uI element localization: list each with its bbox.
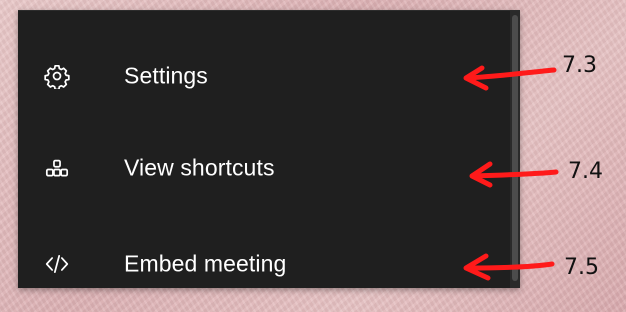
annotation-label: 7.4	[568, 159, 603, 184]
menu-item-label: Settings	[124, 62, 208, 89]
red-arrow-icon	[463, 253, 555, 281]
menu-scrollbar[interactable]	[510, 11, 520, 288]
menu-item-embed-meeting[interactable]: Embed meeting	[18, 229, 508, 299]
code-brackets-icon	[44, 251, 70, 277]
annotation-label: 7.5	[564, 255, 599, 280]
menu-item-settings[interactable]: Settings	[18, 41, 508, 111]
annotation-view-shortcuts: 7.4	[456, 154, 603, 194]
annotation-embed-meeting: 7.5	[452, 250, 599, 290]
annotation-label: 7.3	[562, 53, 597, 78]
scrollbar-thumb[interactable]	[512, 15, 518, 281]
shortcuts-grid-icon	[44, 155, 70, 181]
red-arrow-icon	[469, 161, 559, 188]
gear-icon	[44, 63, 70, 89]
menu-item-view-shortcuts[interactable]: View shortcuts	[18, 133, 508, 203]
menu-item-label: Embed meeting	[124, 250, 287, 277]
red-arrow-icon	[463, 65, 557, 91]
annotation-settings: 7.3	[452, 53, 597, 96]
menu-item-label: View shortcuts	[124, 154, 275, 181]
more-options-menu: Settings View shortcuts Embed meeting	[18, 10, 520, 288]
